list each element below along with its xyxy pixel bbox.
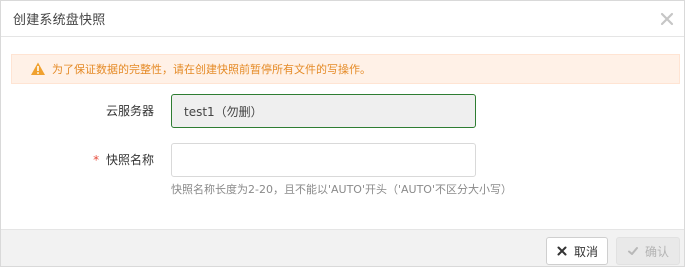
snapshot-name-row: * 快照名称 [1, 143, 684, 177]
alert-text: 为了保证数据的完整性，请在创建快照前暂停所有文件的写操作。 [52, 63, 371, 76]
warning-icon [30, 61, 46, 77]
confirm-button[interactable]: 确认 [616, 237, 680, 265]
cancel-button[interactable]: 取消 [546, 237, 608, 265]
server-label: 云服务器 [106, 102, 154, 119]
close-icon-svg [660, 12, 674, 25]
server-label-text: 云服务器 [105, 104, 154, 118]
snapshot-name-hint: 快照名称长度为2-20，且不能以'AUTO'开头（'AUTO'不区分大小写） [171, 183, 512, 196]
check-icon [627, 245, 639, 257]
required-mark: * [93, 153, 100, 167]
snapshot-name-label-text: 快照名称 [105, 153, 154, 167]
dialog-header: 创建系统盘快照 [1, 1, 684, 37]
x-icon [556, 245, 568, 257]
close-icon[interactable] [658, 10, 676, 28]
snapshot-name-label: * 快照名称 [93, 151, 154, 168]
server-field: test1（勿删） [171, 94, 476, 128]
warning-alert: 为了保证数据的完整性，请在创建快照前暂停所有文件的写操作。 [11, 54, 680, 84]
create-system-disk-snapshot-dialog: 创建系统盘快照 为了保证数据的完整性，请在创建快照前暂停所有文件的写操作。 云服… [0, 0, 685, 267]
cancel-label: 取消 [573, 244, 598, 259]
dialog-title: 创建系统盘快照 [13, 13, 106, 28]
server-row: 云服务器 test1（勿删） [1, 94, 684, 128]
snapshot-name-input[interactable] [171, 143, 476, 177]
confirm-label: 确认 [644, 244, 669, 259]
server-value: test1（勿删） [184, 104, 263, 119]
